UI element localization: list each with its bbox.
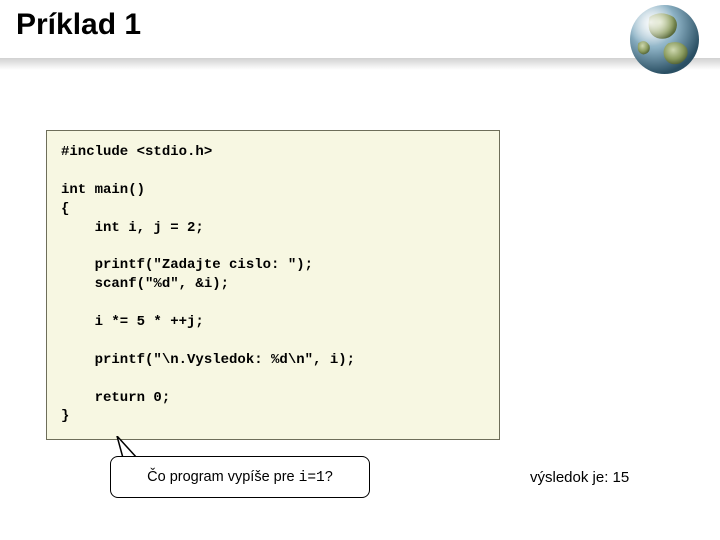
callout-suffix: ? <box>325 469 333 485</box>
title-bar: Príklad 1 <box>0 0 720 70</box>
answer-text: výsledok je: 15 <box>530 469 629 486</box>
callout-mono: i=1 <box>299 470 325 486</box>
title-shadow <box>0 58 720 70</box>
code-block: #include <stdio.h> int main() { int i, j… <box>46 130 500 440</box>
question-callout: Čo program vypíše pre i=1? <box>110 456 370 498</box>
callout-prefix: Čo program vypíše pre <box>147 469 299 485</box>
globe-icon <box>627 2 702 77</box>
slide-title: Príklad 1 <box>16 8 704 42</box>
